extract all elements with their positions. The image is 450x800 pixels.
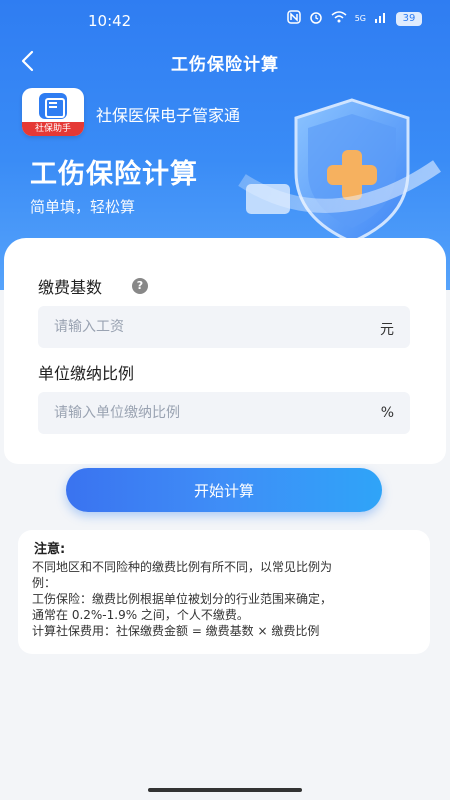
ratio-label: 单位缴纳比例 (38, 364, 135, 383)
app-logo: 社保助手 (22, 88, 84, 136)
shield-illustration (238, 98, 441, 244)
status-bar: 10:42 5G 39 (0, 0, 450, 38)
alarm-icon (309, 10, 323, 27)
ratio-unit: % (380, 405, 394, 421)
hero-title: 工伤保险计算 (30, 159, 198, 190)
cellular-icon (374, 11, 388, 26)
app-logo-label: 社保助手 (22, 122, 84, 136)
calculator-icon (39, 93, 67, 119)
page-title: 工伤保险计算 (171, 55, 279, 75)
nfc-icon (286, 10, 301, 27)
status-icons: 5G 39 (286, 10, 422, 27)
base-label: 缴费基数 (38, 278, 103, 297)
ratio-input-row: % (38, 392, 410, 434)
note-line: 通常在 0.2%-1.9% 之间，个人不缴费。 (32, 608, 249, 622)
base-input-row: 元 (38, 306, 410, 348)
note-line: 工伤保险：缴费比例根据单位被划分的行业范围来确定， (32, 592, 333, 606)
network-type: 5G (354, 14, 366, 23)
start-calculation-button[interactable]: 开始计算 (66, 468, 382, 512)
note-line: 计算社保费用：社保缴费金额 = 缴费基数 × 缴费比例 (32, 624, 320, 638)
ratio-input[interactable] (54, 392, 354, 434)
nav-bar: 工伤保险计算 (0, 40, 450, 84)
base-input[interactable] (54, 306, 354, 348)
brand-name: 社保医保电子管家通 (96, 106, 241, 125)
battery-indicator: 39 (396, 11, 422, 26)
base-unit: 元 (380, 322, 394, 338)
status-time: 10:42 (88, 12, 132, 30)
hero-subtitle: 简单填，轻松算 (30, 198, 136, 216)
note-line: 不同地区和不同险种的缴费比例有所不同，以常见比例为 (32, 560, 333, 574)
question-icon[interactable]: ? (132, 278, 148, 294)
note-line: 例： (32, 576, 57, 590)
notes-card: 注意: 不同地区和不同险种的缴费比例有所不同，以常见比例为 例： 工伤保险：缴费… (18, 530, 430, 654)
notes-title: 注意: (34, 542, 66, 557)
wifi-icon (331, 11, 347, 26)
home-indicator[interactable] (148, 788, 302, 792)
